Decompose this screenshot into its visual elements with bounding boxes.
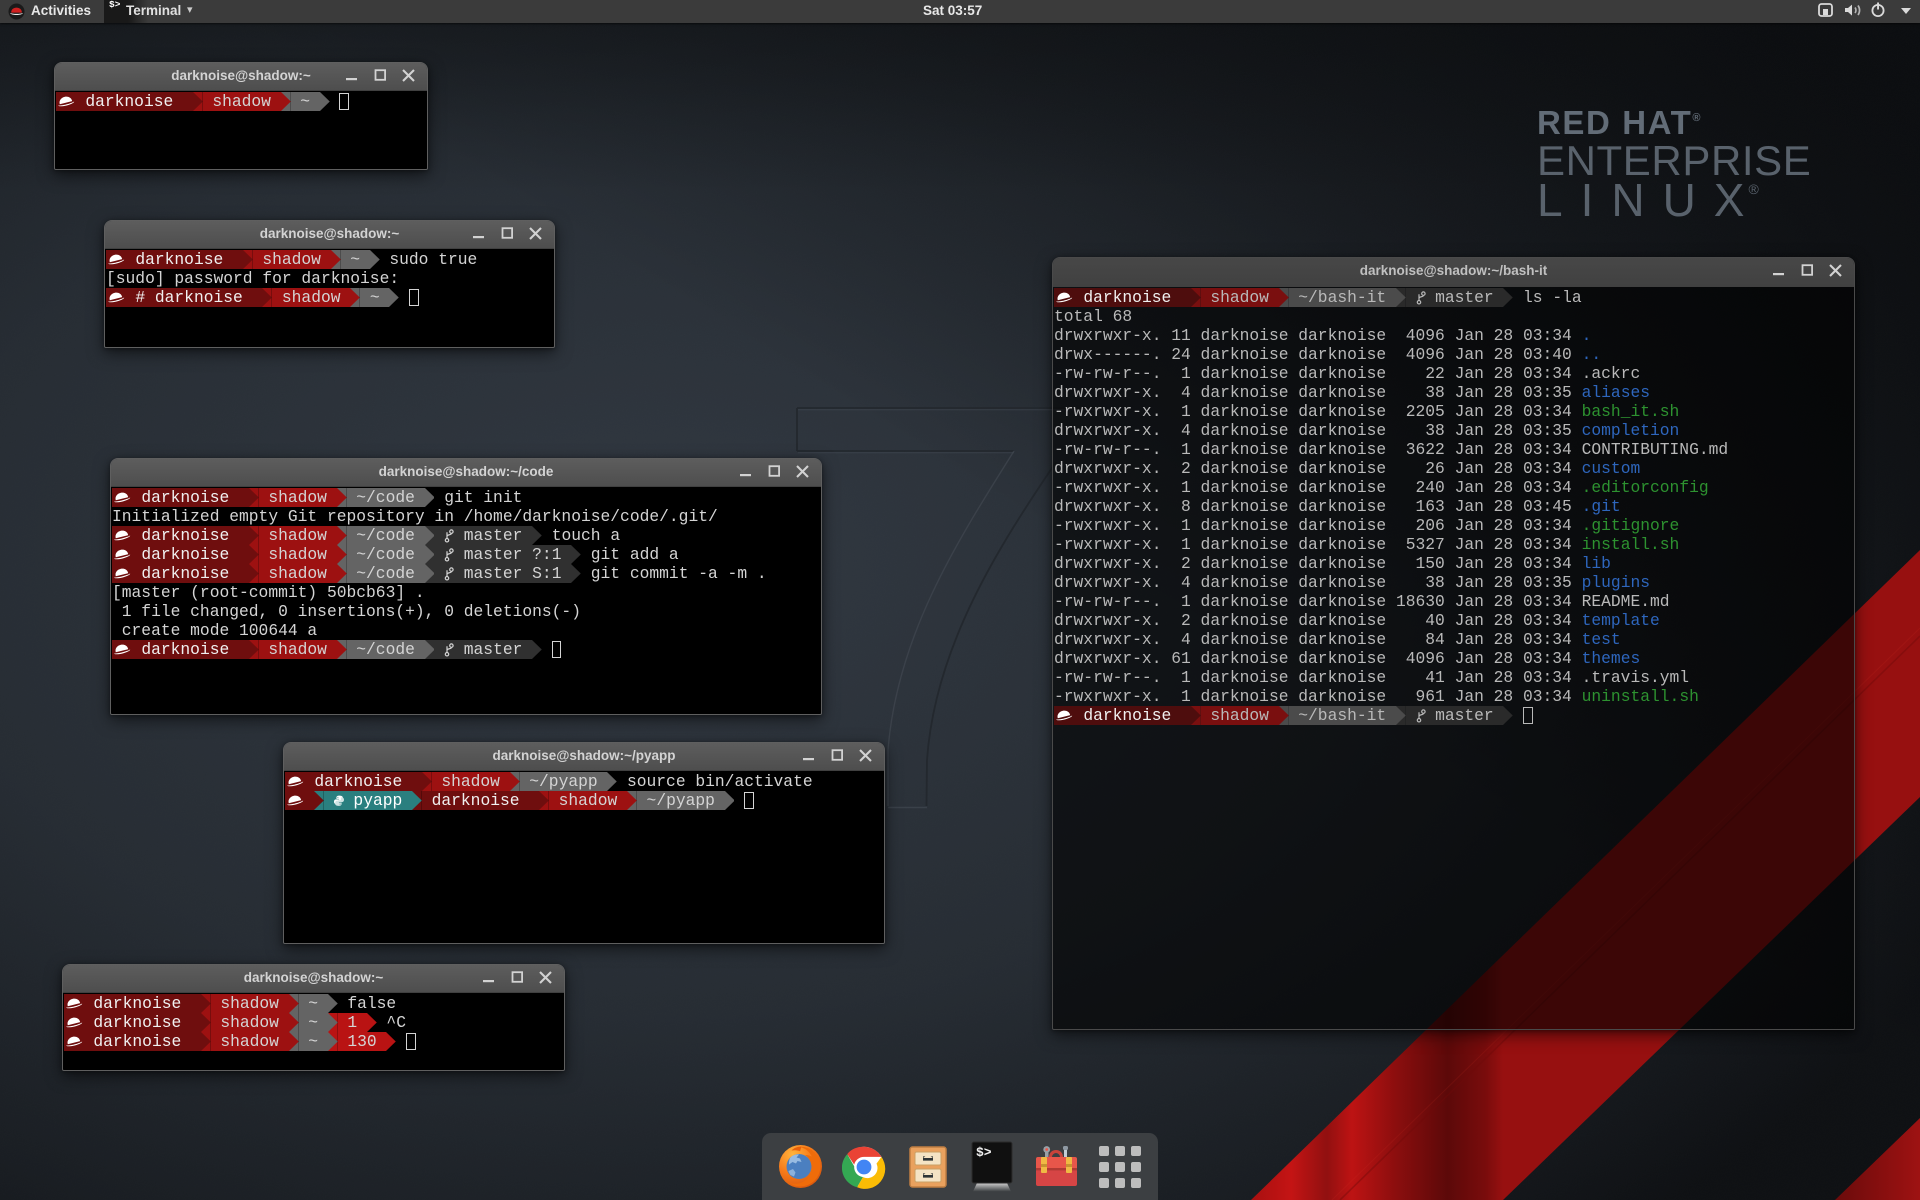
svg-text:$>: $>: [976, 1145, 992, 1160]
